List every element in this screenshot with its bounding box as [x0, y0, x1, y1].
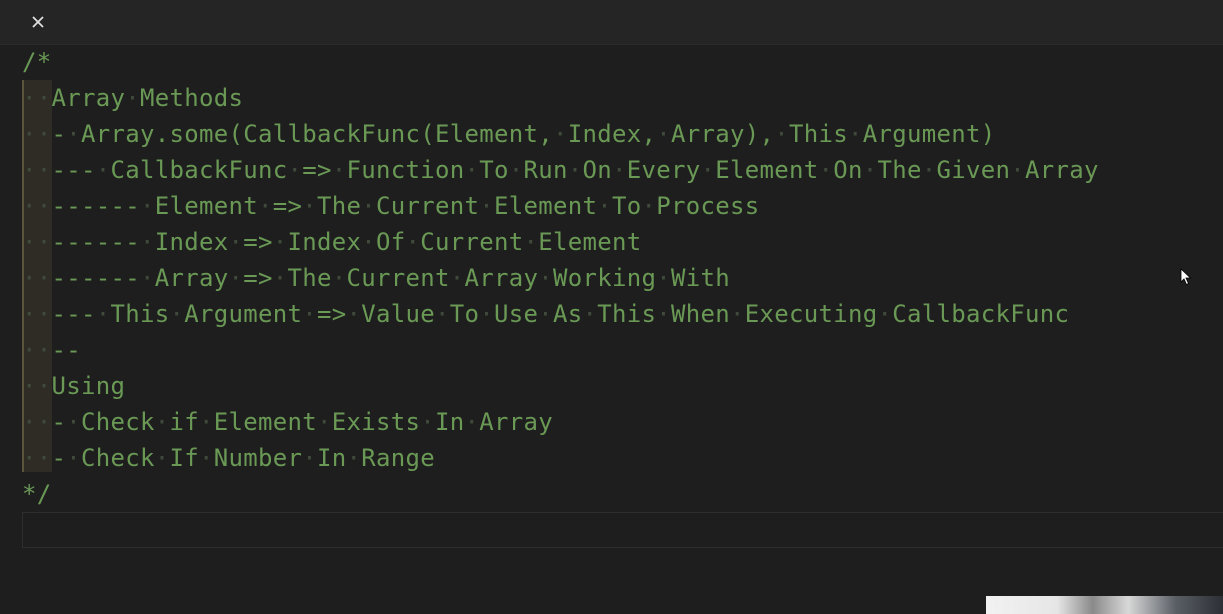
tab-bar — [0, 0, 1223, 45]
code-line: ··-·Array.some(CallbackFunc(Element,·Ind… — [22, 120, 996, 148]
code-line: ··-- — [22, 336, 81, 364]
editor-window: /* ··Array·Methods ··-·Array.some(Callbac… — [0, 0, 1223, 614]
comment-close: */ — [22, 480, 52, 508]
code-line: ··Using — [22, 372, 126, 400]
comment-open: /* — [22, 48, 52, 76]
code-editor[interactable]: /* ··Array·Methods ··-·Array.some(Callbac… — [0, 44, 1223, 614]
close-icon — [32, 16, 44, 28]
code-line: ··---·This·Argument·=>·Value·To·Use·As·T… — [22, 300, 1070, 328]
code-line: ··---·CallbackFunc·=>·Function·To·Run·On… — [22, 156, 1099, 184]
code-line: ··Array·Methods — [22, 84, 244, 112]
webcam-thumbnail — [986, 596, 1223, 614]
current-line-highlight[interactable] — [22, 512, 1223, 548]
close-button[interactable] — [28, 12, 48, 32]
code-line: ··------·Array·=>·The·Current·Array·Work… — [22, 264, 730, 292]
code-line: ··------·Element·=>·The·Current·Element·… — [22, 192, 760, 220]
code-line: ··-·Check·if·Element·Exists·In·Array — [22, 408, 553, 436]
mouse-pointer-icon — [1180, 268, 1192, 286]
code-line: ··-·Check·If·Number·In·Range — [22, 444, 435, 472]
code-line: ··------·Index·=>·Index·Of·Current·Eleme… — [22, 228, 642, 256]
